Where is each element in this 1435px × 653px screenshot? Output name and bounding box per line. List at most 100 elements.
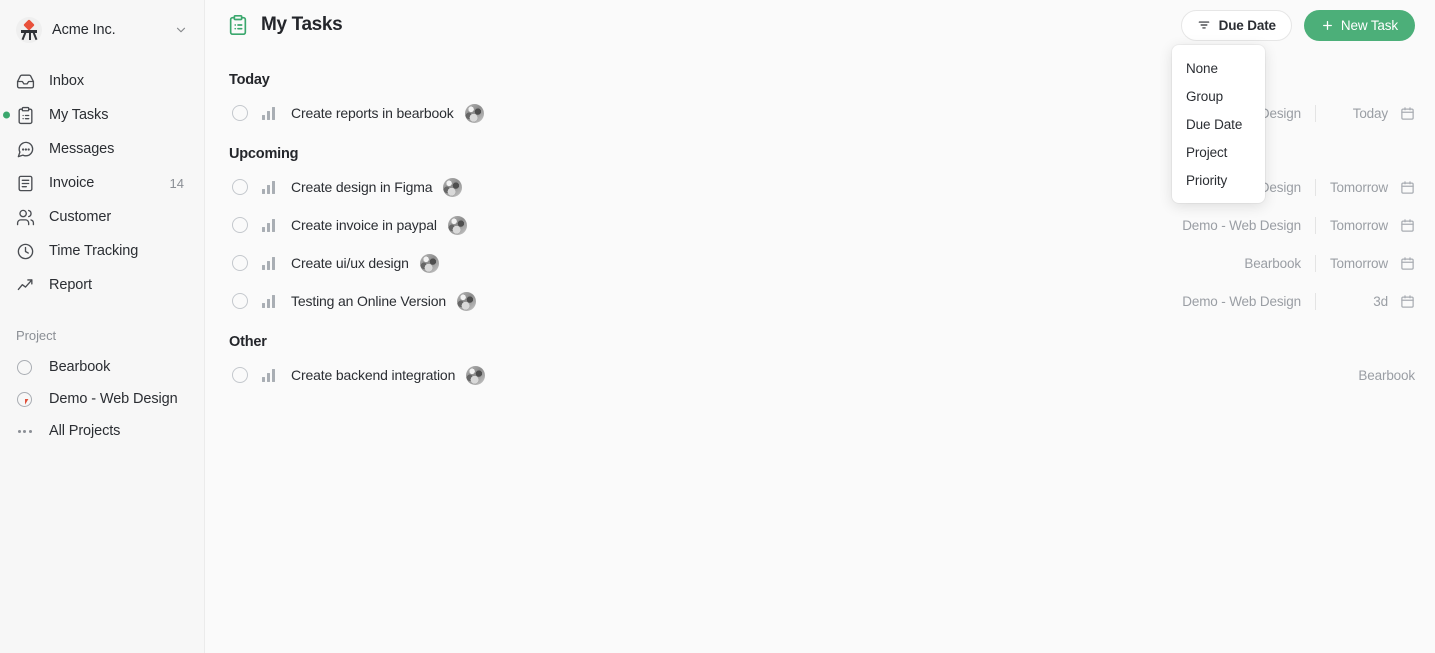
circle-empty-icon — [16, 359, 33, 376]
task-project: Demo - Web Design — [1182, 217, 1301, 233]
sidebar-item-label: Messages — [49, 141, 115, 157]
sidebar-item-label: Report — [49, 277, 92, 293]
sidebar-item-label: Invoice — [49, 175, 95, 191]
sidebar-item-inbox[interactable]: Inbox — [10, 64, 194, 98]
task-row[interactable]: Create backend integration Bearbook — [227, 356, 1415, 394]
task-row[interactable]: Testing an Online Version Demo - Web Des… — [227, 282, 1415, 320]
new-task-button-label: New Task — [1340, 17, 1398, 33]
priority-bars-icon — [262, 294, 275, 308]
checkbox-circle-icon[interactable] — [232, 293, 248, 309]
circle-progress-icon — [16, 391, 33, 408]
priority-bars-icon — [262, 256, 275, 270]
task-meta: Bearbook — [1358, 368, 1415, 383]
org-name: Acme Inc. — [52, 22, 116, 38]
meta-divider — [1314, 254, 1316, 272]
task-name: Create backend integration — [291, 367, 456, 383]
meta-divider — [1315, 104, 1316, 122]
priority-bars-icon — [262, 180, 275, 194]
due-date-sort-button[interactable]: Due Date — [1180, 9, 1292, 41]
main-content: My Tasks Due Date New Task None Group Du… — [205, 0, 1435, 653]
clipboard-icon — [227, 14, 249, 36]
task-project: Bearbook — [1244, 255, 1301, 271]
users-icon — [16, 208, 35, 227]
sidebar-item-messages[interactable]: Messages — [10, 132, 194, 166]
sidebar-nav: Inbox My Tasks Messages Invoice 14 Custo… — [0, 64, 204, 302]
calendar-icon[interactable] — [1400, 294, 1415, 309]
checkbox-circle-icon[interactable] — [232, 105, 248, 121]
top-bar: My Tasks Due Date New Task — [205, 0, 1435, 50]
task-due-date: Tomorrow — [1329, 255, 1388, 271]
sidebar-item-label: Time Tracking — [49, 243, 139, 259]
task-meta: Demo - Web Design Tomorrow — [1182, 216, 1415, 234]
meta-divider — [1315, 292, 1316, 310]
avatar — [464, 103, 484, 123]
inbox-icon — [16, 72, 35, 91]
task-name: Create ui/ux design — [291, 255, 409, 271]
calendar-icon[interactable] — [1400, 106, 1415, 121]
task-due-date: Tomorrow — [1329, 217, 1388, 233]
org-switcher[interactable]: Acme Inc. — [12, 12, 192, 48]
task-group-title: Other — [229, 334, 267, 350]
calendar-icon[interactable] — [1400, 180, 1415, 195]
project-label: All Projects — [49, 423, 121, 439]
clock-icon — [16, 242, 35, 261]
task-name: Create reports in bearbook — [291, 105, 454, 121]
meta-divider — [1314, 216, 1316, 234]
active-indicator-dot — [3, 111, 10, 119]
sidebar: Acme Inc. Inbox My Tasks Messages Invoic… — [0, 0, 205, 653]
sidebar-item-count: 14 — [169, 175, 184, 191]
invoice-icon — [16, 174, 35, 193]
task-row[interactable]: Create invoice in paypal Demo - Web Desi… — [227, 206, 1415, 244]
avatar — [443, 177, 463, 197]
task-due-date: Today — [1352, 105, 1388, 121]
priority-bars-icon — [262, 368, 275, 382]
dropdown-item-due-date[interactable]: Due Date — [1172, 110, 1265, 138]
avatar — [457, 291, 477, 311]
calendar-icon[interactable] — [1400, 218, 1415, 233]
message-icon — [16, 140, 35, 159]
project-label: Demo - Web Design — [49, 391, 178, 407]
sort-dropdown-menu: None Group Due Date Project Priority — [1172, 45, 1265, 203]
sidebar-item-customer[interactable]: Customer — [10, 200, 194, 234]
calendar-icon[interactable] — [1400, 256, 1415, 271]
new-task-button[interactable]: New Task — [1303, 9, 1415, 41]
avatar — [466, 365, 486, 385]
chart-line-icon — [16, 276, 35, 295]
plus-icon — [1322, 20, 1332, 30]
sidebar-item-my-tasks[interactable]: My Tasks — [3, 98, 194, 132]
task-due-date: 3d — [1373, 293, 1388, 309]
task-row[interactable]: Create ui/ux design Bearbook Tomorrow — [227, 244, 1415, 282]
project-section-title: Project — [16, 328, 57, 343]
task-name: Testing an Online Version — [291, 293, 447, 309]
sidebar-item-invoice[interactable]: Invoice 14 — [10, 166, 194, 200]
task-project: Demo - Web Design — [1182, 293, 1301, 309]
project-label: Bearbook — [49, 359, 111, 375]
chevron-down-icon — [176, 27, 186, 33]
meta-divider — [1314, 178, 1316, 196]
checkbox-circle-icon[interactable] — [232, 217, 248, 233]
checkbox-circle-icon[interactable] — [232, 255, 248, 271]
task-name: Create invoice in paypal — [291, 217, 437, 233]
sidebar-item-label: Customer — [49, 209, 112, 225]
sidebar-project-demo-web-design[interactable]: Demo - Web Design — [10, 383, 194, 415]
task-meta: Bearbook Tomorrow — [1244, 254, 1415, 272]
dropdown-item-none[interactable]: None — [1172, 54, 1265, 82]
sidebar-item-label: My Tasks — [49, 107, 109, 123]
sidebar-item-time-tracking[interactable]: Time Tracking — [10, 234, 194, 268]
sidebar-project-all-projects[interactable]: All Projects — [10, 415, 194, 447]
acme-logo-icon — [16, 17, 42, 43]
priority-bars-icon — [262, 106, 275, 120]
due-date-button-label: Due Date — [1218, 17, 1276, 33]
app-root: Acme Inc. Inbox My Tasks Messages Invoic… — [0, 0, 1435, 653]
sidebar-item-label: Inbox — [49, 73, 84, 89]
sidebar-project-bearbook[interactable]: Bearbook — [10, 351, 194, 383]
filter-sort-icon — [1198, 21, 1209, 29]
checkbox-circle-icon[interactable] — [232, 179, 248, 195]
dropdown-item-group[interactable]: Group — [1172, 82, 1265, 110]
task-meta: Demo - Web Design 3d — [1182, 292, 1415, 310]
dropdown-item-priority[interactable]: Priority — [1172, 166, 1265, 194]
sidebar-item-report[interactable]: Report — [10, 268, 194, 302]
checkbox-circle-icon[interactable] — [232, 367, 248, 383]
dropdown-item-project[interactable]: Project — [1172, 138, 1265, 166]
priority-bars-icon — [262, 218, 275, 232]
